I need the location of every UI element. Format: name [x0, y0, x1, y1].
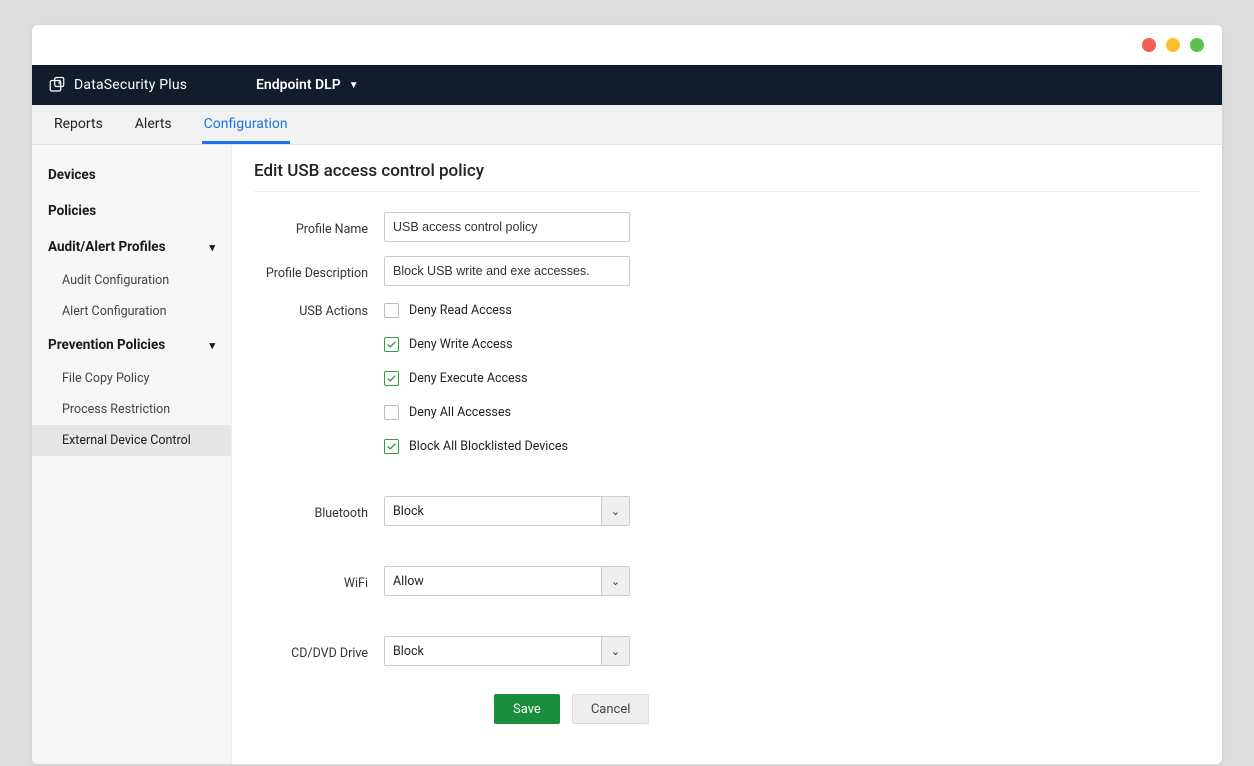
sidebar-item-policies[interactable]: Policies	[32, 193, 231, 229]
brand-label: DataSecurity Plus	[74, 77, 187, 93]
cddvd-select-value: Block	[385, 637, 601, 665]
sidebar-item-prevention-policies[interactable]: Prevention Policies ▾	[32, 327, 231, 363]
chevron-down-icon: ⌄	[601, 497, 629, 525]
sidebar-label: Policies	[48, 203, 96, 219]
wifi-select[interactable]: Allow ⌄	[384, 566, 630, 596]
sidebar-label: Devices	[48, 167, 96, 183]
usb-action-label: Block All Blocklisted Devices	[409, 439, 568, 454]
label-cddvd: CD/DVD Drive	[254, 642, 384, 661]
tab-configuration[interactable]: Configuration	[202, 106, 290, 144]
tab-alerts[interactable]: Alerts	[133, 106, 174, 144]
sidebar-item-process-restriction[interactable]: Process Restriction	[32, 394, 231, 425]
chevron-down-icon: ⌄	[601, 567, 629, 595]
usb-action-checkbox-4[interactable]	[384, 439, 399, 454]
chevron-down-icon: ▾	[209, 241, 215, 254]
brand[interactable]: DataSecurity Plus	[48, 76, 228, 94]
sidebar-label: Prevention Policies	[48, 337, 165, 353]
wifi-select-value: Allow	[385, 567, 601, 595]
sidebar-item-file-copy-policy[interactable]: File Copy Policy	[32, 363, 231, 394]
main-panel: Edit USB access control policy Profile N…	[232, 145, 1222, 764]
usb-action-label: Deny All Accesses	[409, 405, 511, 420]
usb-action-row: Deny Execute Access	[384, 368, 568, 388]
window-max-dot[interactable]	[1190, 38, 1204, 52]
topbar: DataSecurity Plus Endpoint DLP ▼	[32, 65, 1222, 105]
app-window: DataSecurity Plus Endpoint DLP ▼ Reports…	[32, 25, 1222, 764]
usb-actions-group: Deny Read Access Deny Write Access Deny Ex…	[384, 300, 568, 456]
sidebar-item-audit-configuration[interactable]: Audit Configuration	[32, 265, 231, 296]
sidebar-item-external-device-control[interactable]: External Device Control	[32, 425, 231, 456]
label-wifi: WiFi	[254, 572, 384, 591]
label-profile-name: Profile Name	[254, 218, 384, 237]
window-close-dot[interactable]	[1142, 38, 1156, 52]
usb-action-row: Block All Blocklisted Devices	[384, 436, 568, 456]
sidebar: Devices Policies Audit/Alert Profiles ▾ …	[32, 145, 232, 764]
tab-reports[interactable]: Reports	[52, 106, 105, 144]
module-switch[interactable]: Endpoint DLP ▼	[256, 77, 359, 93]
usb-action-row: Deny Write Access	[384, 334, 568, 354]
bluetooth-select[interactable]: Block ⌄	[384, 496, 630, 526]
cddvd-select[interactable]: Block ⌄	[384, 636, 630, 666]
module-label: Endpoint DLP	[256, 77, 341, 93]
usb-action-checkbox-1[interactable]	[384, 337, 399, 352]
usb-action-label: Deny Write Access	[409, 337, 513, 352]
brand-icon	[48, 76, 66, 94]
save-button[interactable]: Save	[494, 694, 560, 724]
chevron-down-icon: ▾	[209, 339, 215, 352]
usb-action-checkbox-3[interactable]	[384, 405, 399, 420]
usb-action-row: Deny All Accesses	[384, 402, 568, 422]
window-chrome	[32, 25, 1222, 65]
cancel-button[interactable]: Cancel	[572, 694, 650, 724]
profile-name-input[interactable]	[384, 212, 630, 242]
subnav: Reports Alerts Configuration	[32, 105, 1222, 145]
caret-down-icon: ▼	[349, 80, 359, 91]
body: Devices Policies Audit/Alert Profiles ▾ …	[32, 145, 1222, 764]
profile-description-input[interactable]	[384, 256, 630, 286]
window-min-dot[interactable]	[1166, 38, 1180, 52]
sidebar-label: Audit/Alert Profiles	[48, 239, 166, 255]
page-title: Edit USB access control policy	[254, 161, 1200, 192]
chevron-down-icon: ⌄	[601, 637, 629, 665]
usb-action-row: Deny Read Access	[384, 300, 568, 320]
bluetooth-select-value: Block	[385, 497, 601, 525]
label-profile-description: Profile Description	[254, 262, 384, 281]
usb-action-label: Deny Execute Access	[409, 371, 528, 386]
sidebar-item-audit-profiles[interactable]: Audit/Alert Profiles ▾	[32, 229, 231, 265]
usb-action-label: Deny Read Access	[409, 303, 512, 318]
label-usb-actions: USB Actions	[254, 300, 384, 319]
label-bluetooth: Bluetooth	[254, 502, 384, 521]
sidebar-item-devices[interactable]: Devices	[32, 157, 231, 193]
usb-action-checkbox-0[interactable]	[384, 303, 399, 318]
usb-action-checkbox-2[interactable]	[384, 371, 399, 386]
sidebar-item-alert-configuration[interactable]: Alert Configuration	[32, 296, 231, 327]
form-actions: Save Cancel	[494, 694, 1200, 724]
